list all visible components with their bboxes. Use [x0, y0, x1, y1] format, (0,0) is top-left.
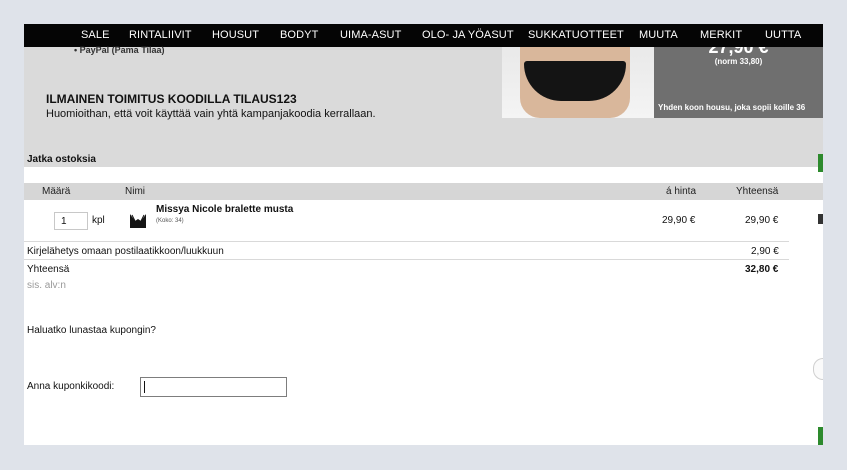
header-qty: Määrä [42, 186, 71, 197]
banner-product-photo [502, 47, 654, 118]
item-total-price: 29,90 € [745, 215, 779, 226]
nav-item-muuta[interactable]: MUUTA [639, 24, 678, 47]
nav-item-housut[interactable]: HOUSUT [212, 24, 259, 47]
vat-note: sis. alv:n [27, 280, 66, 291]
main-nav: SALE RINTALIIVIT HOUSUT BODYT UIMA-ASUT … [24, 24, 823, 47]
continue-shopping-link[interactable]: Jatka ostoksia [27, 154, 96, 165]
shipping-method: Kirjelähetys omaan postilaatikkoon/luukk… [27, 246, 224, 257]
coupon-note: Huomioithan, että voit käyttää vain yhtä… [46, 108, 376, 120]
sum-label: Yhteensä [27, 264, 70, 275]
nav-item-uima-asut[interactable]: UIMA-ASUT [340, 24, 401, 47]
nav-item-bodyt[interactable]: BODYT [280, 24, 318, 47]
shop-page: SALE RINTALIIVIT HOUSUT BODYT UIMA-ASUT … [24, 24, 823, 445]
checkout-button-top[interactable] [818, 154, 823, 172]
chat-widget-icon[interactable] [813, 358, 823, 380]
payment-option-text: • PayPal (Pama Tilaa) [74, 45, 165, 55]
sum-price: 32,80 € [745, 264, 779, 275]
coupon-question: Haluatko lunastaa kupongin? [27, 325, 156, 336]
checkout-button-bottom[interactable] [818, 427, 823, 445]
item-unit-price: 29,90 € [662, 215, 696, 226]
nav-item-uutta[interactable]: UUTTA [765, 24, 801, 47]
nav-item-sale[interactable]: SALE [81, 24, 110, 47]
nav-item-merkit[interactable]: MERKIT [700, 24, 742, 47]
remove-item-icon[interactable] [818, 214, 823, 224]
nav-item-olo-ja-yoasut[interactable]: OLO- JA YÖASUT [422, 24, 514, 47]
coupon-code-input[interactable] [140, 377, 287, 397]
nav-item-sukkatuotteet[interactable]: SUKKATUOTTEET [528, 24, 624, 47]
header-unit-price: á hinta [666, 186, 697, 197]
product-name-link[interactable]: Missya Nicole bralette musta [156, 204, 293, 215]
quantity-input[interactable]: 1 [54, 212, 88, 230]
product-thumbnail[interactable] [128, 212, 148, 230]
product-size: (Koko: 34) [156, 218, 184, 224]
row-divider [24, 259, 789, 260]
shipping-price: 2,90 € [751, 246, 779, 257]
quantity-unit: kpl [92, 215, 105, 226]
nav-item-rintaliivit[interactable]: RINTALIIVIT [129, 24, 192, 47]
cart-table-header: Määrä Nimi á hinta Yhteensä [24, 183, 823, 200]
header-total: Yhteensä [736, 186, 779, 197]
banner-caption: Yhden koon housu, joka sopii koille 36 [658, 103, 806, 112]
promo-banner[interactable]: 27,90 € (norm 33,80) Yhden koon housu, j… [502, 47, 823, 118]
row-divider [24, 241, 789, 242]
header-name: Nimi [125, 186, 145, 197]
banner-normal-price: (norm 33,80) [714, 57, 763, 66]
text-caret [144, 381, 145, 393]
coupon-label: Anna kuponkikoodi: [27, 381, 115, 392]
promo-section: • PayPal (Pama Tilaa) ILMAINEN TOIMITUS … [24, 45, 823, 167]
free-shipping-title: ILMAINEN TOIMITUS KOODILLA TILAUS123 [46, 92, 297, 106]
